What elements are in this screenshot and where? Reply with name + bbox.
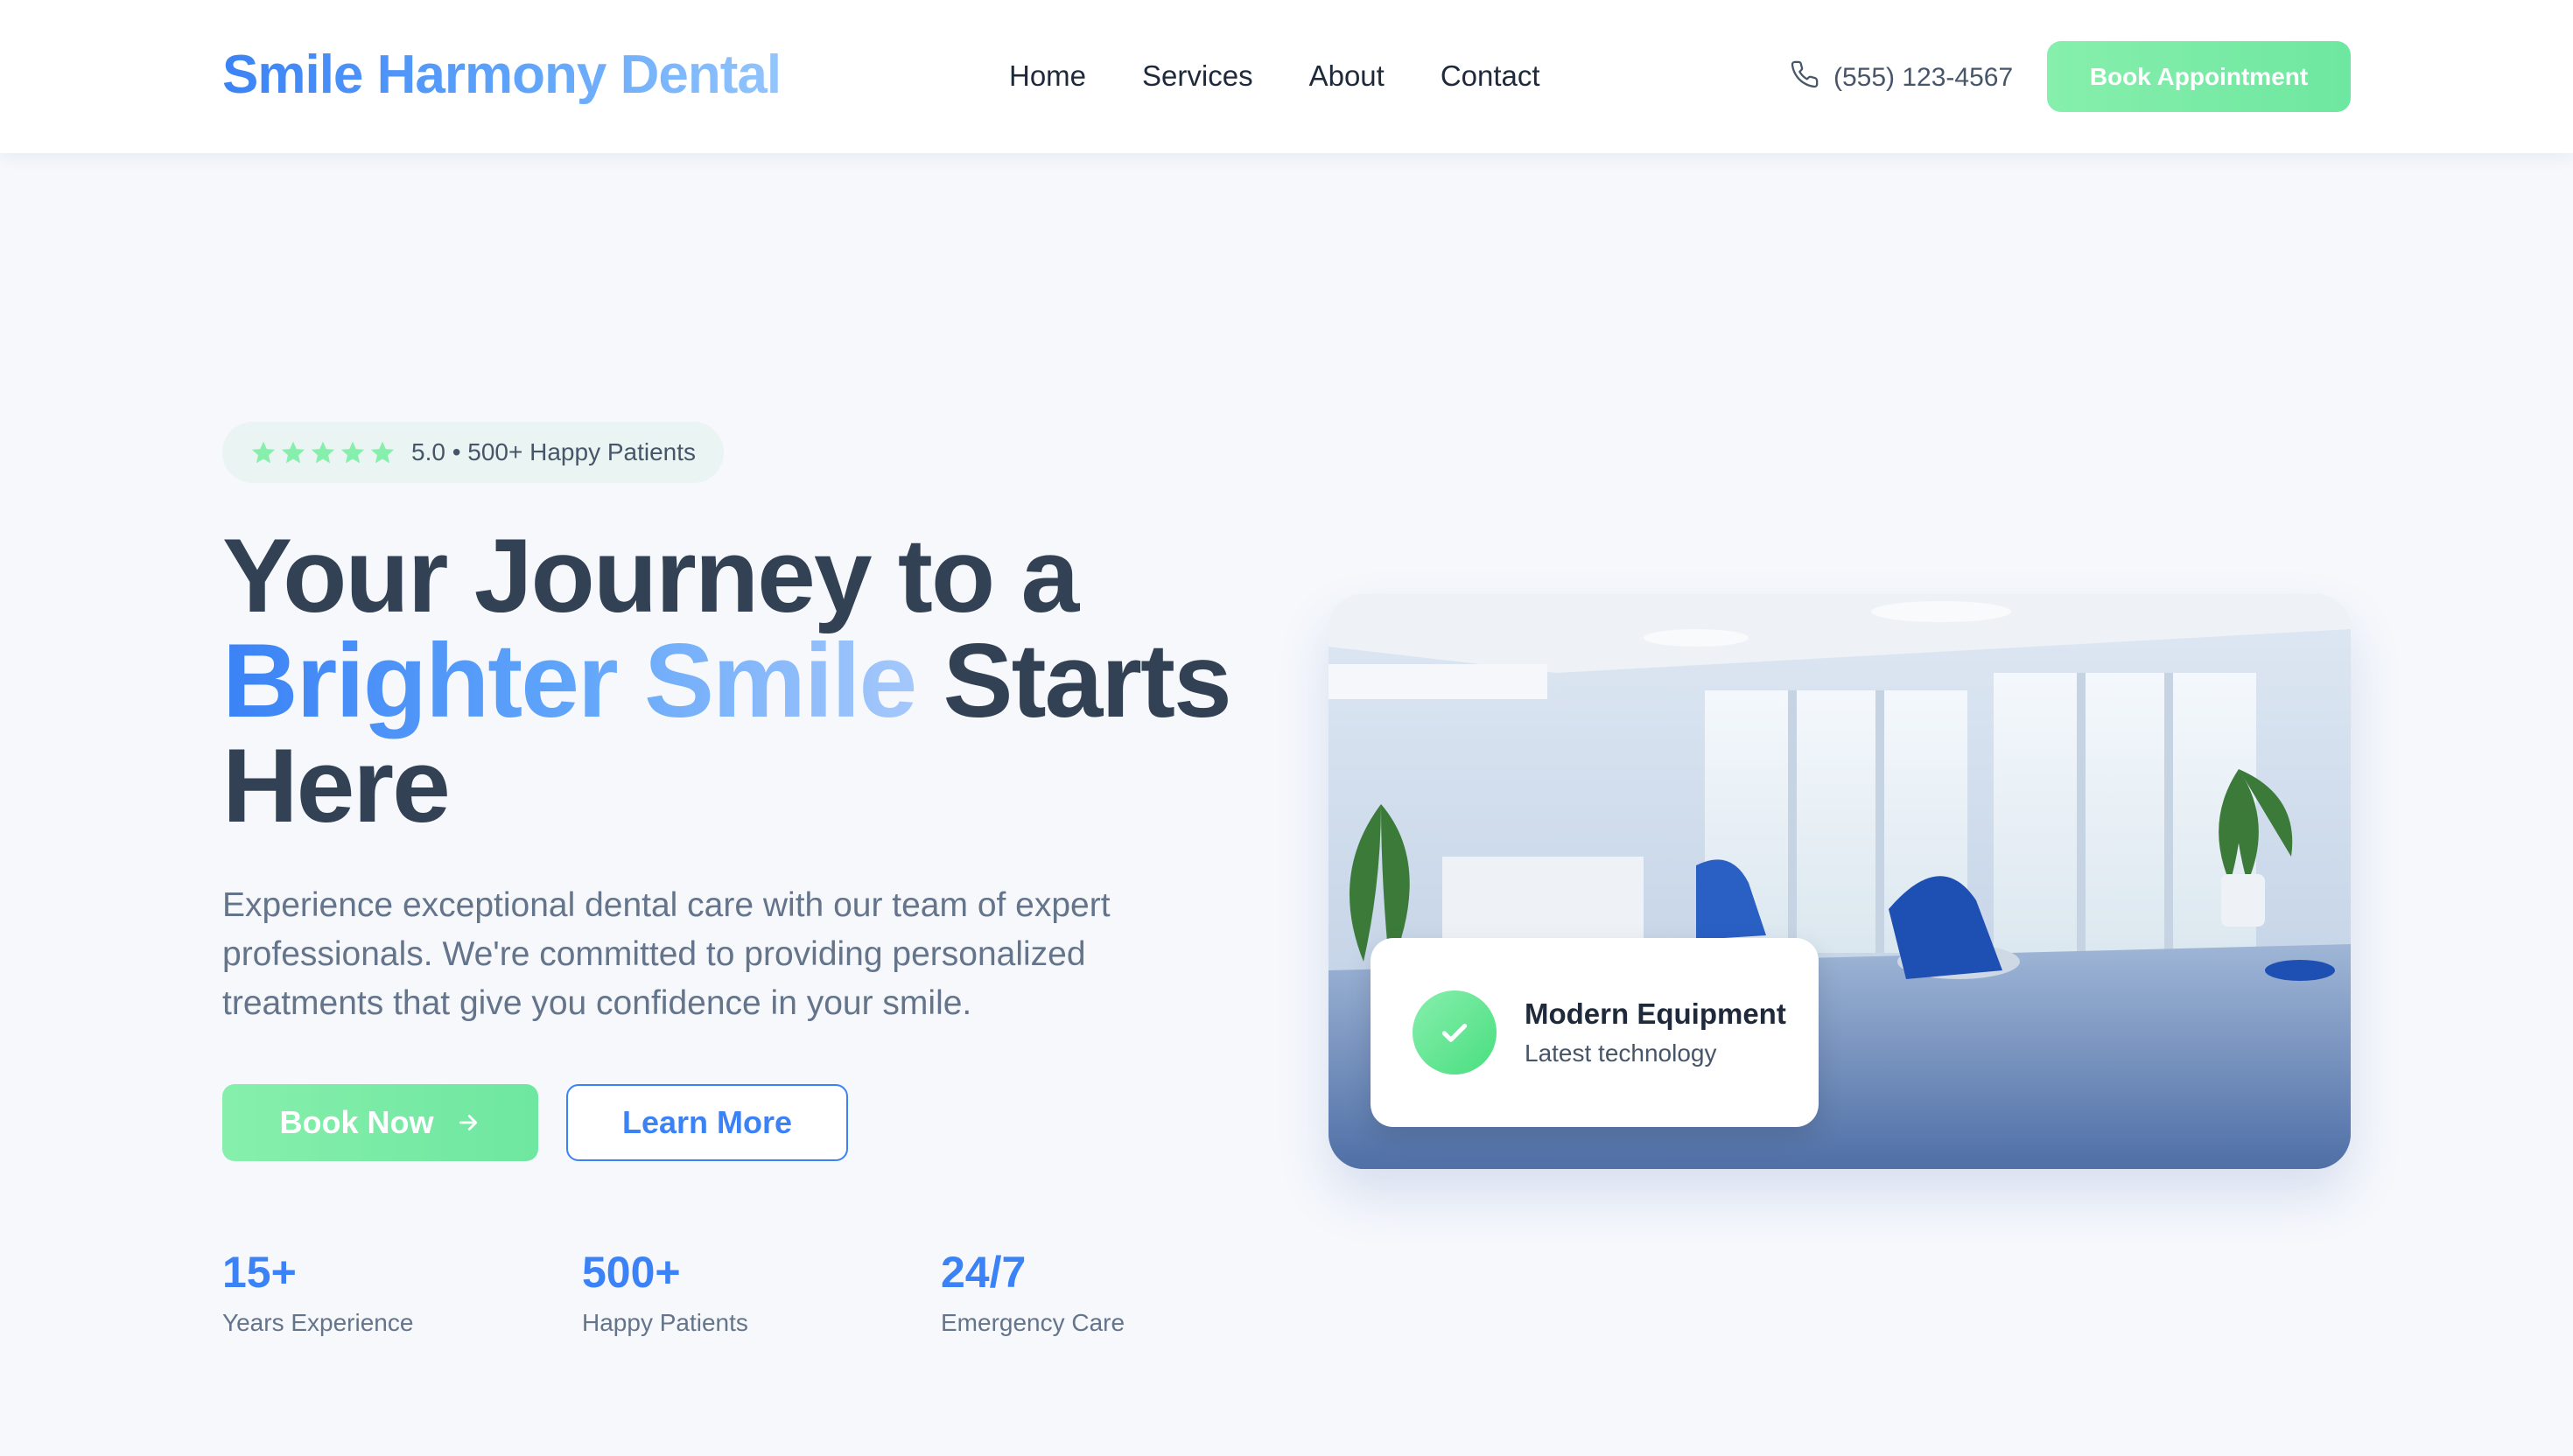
nav-services[interactable]: Services <box>1142 60 1253 93</box>
stat-patients: 500+ Happy Patients <box>582 1246 748 1337</box>
stat-years: 15+ Years Experience <box>222 1246 413 1337</box>
stat-value: 500+ <box>582 1248 681 1297</box>
hero-description: Experience exceptional dental care with … <box>222 886 1111 1022</box>
hero-title-line3: Here <box>222 727 451 844</box>
hero-title: Your Journey to a Brighter Smile Starts … <box>222 523 1360 838</box>
star-icon <box>251 441 276 464</box>
stat-value: 15+ <box>222 1248 297 1297</box>
hero-title-line1: Your Journey to a <box>222 517 1079 634</box>
phone-number: (555) 123-4567 <box>1833 63 2014 92</box>
nav-contact[interactable]: Contact <box>1441 60 1540 93</box>
main-nav: Home Services About Contact <box>1009 60 1540 93</box>
phone-link[interactable]: (555) 123-4567 <box>1790 60 2013 96</box>
check-icon <box>1413 990 1497 1074</box>
rating-badge: 5.0 • 500+ Happy Patients <box>222 422 725 483</box>
feature-card-text: Modern Equipment Latest technology <box>1525 998 1786 1068</box>
stat-label: Happy Patients <box>582 1309 748 1336</box>
book-now-label: Book Now <box>279 1104 434 1140</box>
rating-text: 5.0 • 500+ Happy Patients <box>411 438 697 466</box>
stat-label: Years Experience <box>222 1309 414 1336</box>
star-icon <box>311 441 335 464</box>
learn-more-button[interactable]: Learn More <box>566 1084 848 1161</box>
hero-title-rest: Starts <box>943 622 1232 739</box>
nav-home[interactable]: Home <box>1009 60 1086 93</box>
arrow-right-icon <box>459 1115 477 1130</box>
site-logo[interactable]: Smile Harmony Dental <box>222 44 782 106</box>
star-icon <box>370 441 395 464</box>
book-appointment-button[interactable]: Book Appointment <box>2047 41 2351 112</box>
feature-card-title: Modern Equipment <box>1525 998 1786 1030</box>
star-icon <box>340 441 365 464</box>
hero-title-highlight: Brighter Smile <box>222 622 917 739</box>
book-now-button[interactable]: Book Now <box>222 1084 538 1161</box>
stat-label: Emergency Care <box>941 1309 1125 1336</box>
feature-card: Modern Equipment Latest technology <box>1371 938 1819 1127</box>
feature-card-subtitle: Latest technology <box>1525 1040 1717 1067</box>
stat-value: 24/7 <box>941 1248 1027 1297</box>
phone-icon <box>1790 60 1819 96</box>
stat-emergency: 24/7 Emergency Care <box>941 1246 1125 1337</box>
rating-stars <box>250 439 396 466</box>
nav-about[interactable]: About <box>1309 60 1385 93</box>
star-icon <box>281 441 305 464</box>
site-header: Smile Harmony Dental Home Services About… <box>0 0 2573 153</box>
